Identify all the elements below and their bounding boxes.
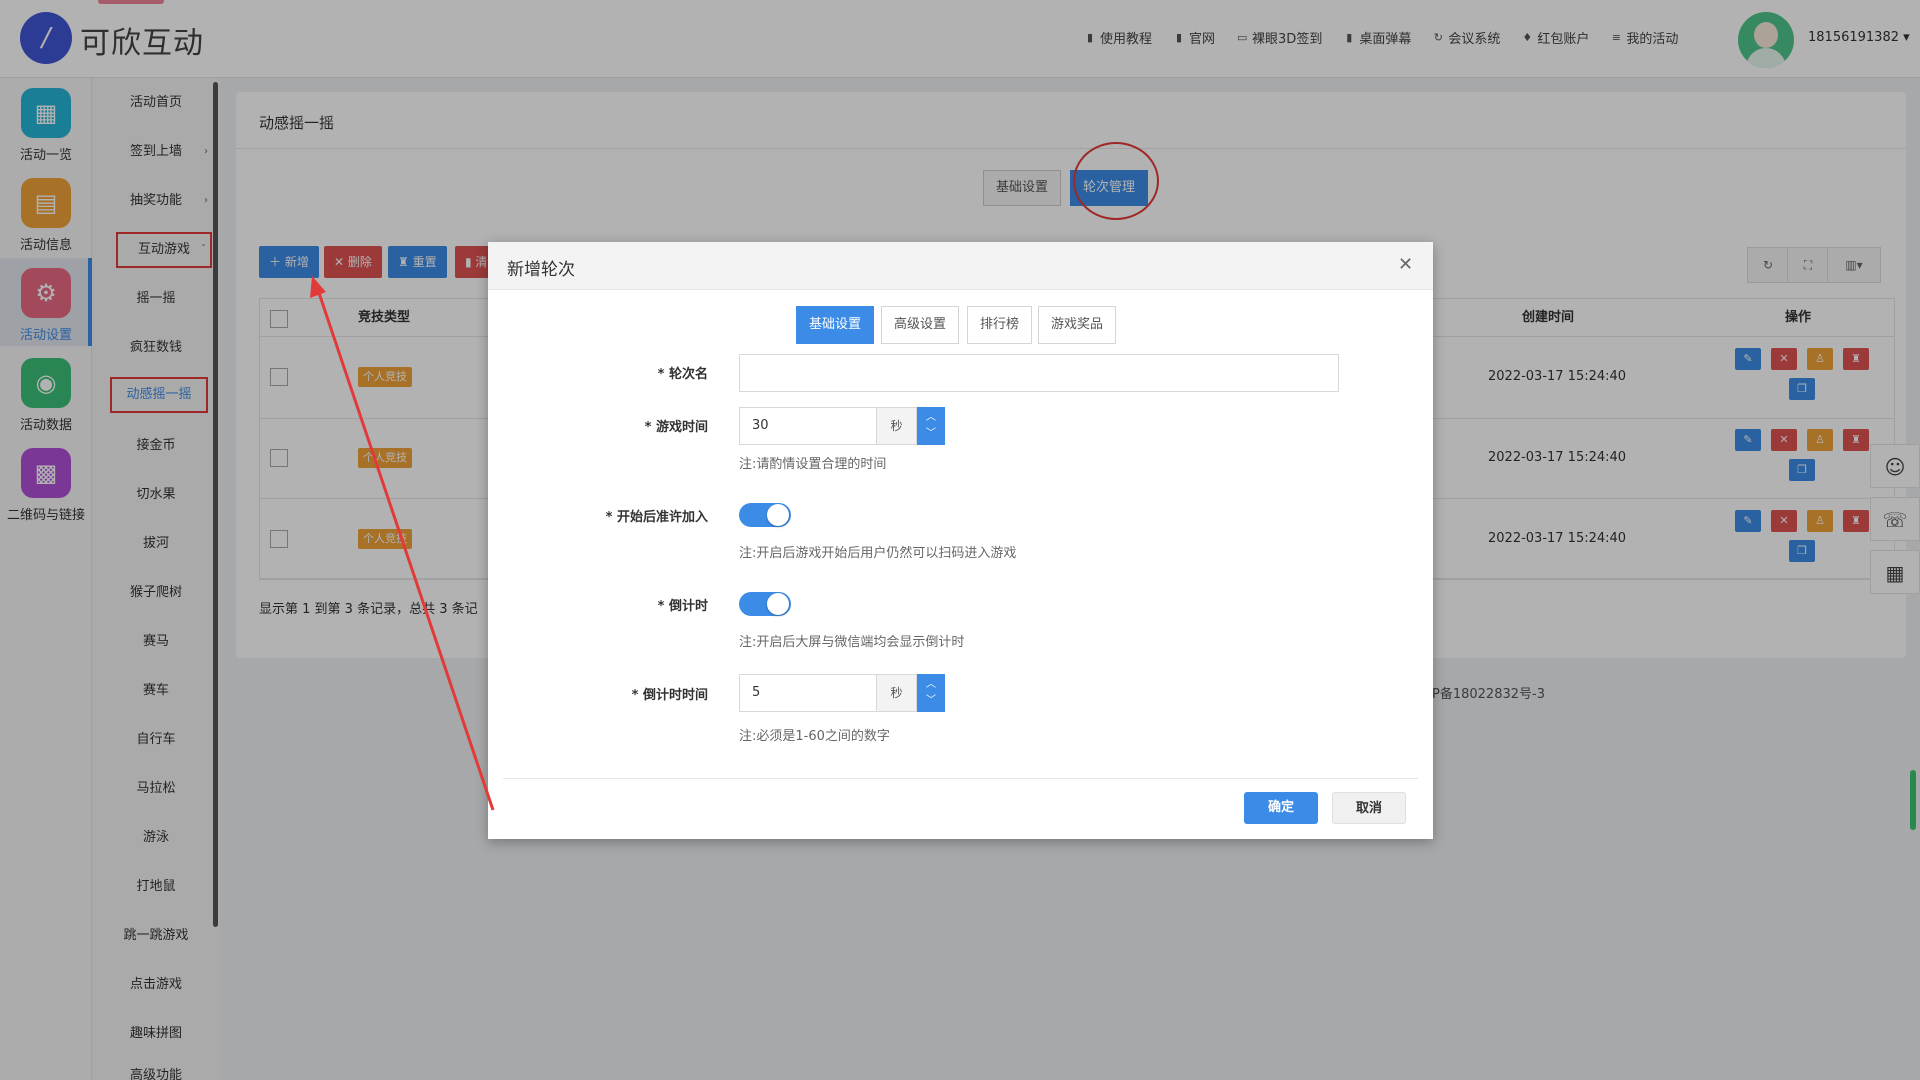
dialog-tab-advanced[interactable]: 高级设置 — [881, 306, 960, 344]
dialog-tab-prizes[interactable]: 游戏奖品 — [1038, 306, 1117, 344]
round-name-input[interactable] — [739, 354, 1339, 392]
countdown-time-input[interactable]: 5 — [739, 674, 877, 712]
toggle-knob — [767, 504, 789, 526]
dialog-title: 新增轮次 — [507, 260, 575, 280]
countdown-label: * 倒计时 — [657, 599, 708, 614]
game-time-note: 注:请酌情设置合理的时间 — [739, 457, 887, 472]
round-name-label: * 轮次名 — [657, 367, 708, 382]
allow-join-toggle[interactable] — [739, 503, 791, 527]
countdown-time-stepper[interactable]: ︿ ﹀ — [917, 674, 945, 712]
allow-join-note: 注:开启后游戏开始后用户仍然可以扫码进入游戏 — [739, 546, 1017, 561]
dialog-tab-basic[interactable]: 基础设置 — [796, 306, 875, 344]
toggle-knob — [767, 593, 789, 615]
allow-join-label: * 开始后准许加入 — [605, 510, 708, 525]
dialog-tab-ranking[interactable]: 排行榜 — [967, 306, 1033, 344]
close-icon[interactable]: ✕ — [1398, 254, 1413, 275]
game-time-input[interactable]: 30 — [739, 407, 877, 445]
confirm-button[interactable]: 确定 — [1244, 792, 1318, 824]
countdown-note: 注:开启后大屏与微信端均会显示倒计时 — [739, 635, 965, 650]
game-time-stepper[interactable]: ︿ ﹀ — [917, 407, 945, 445]
countdown-toggle[interactable] — [739, 592, 791, 616]
countdown-time-unit: 秒 — [877, 674, 917, 712]
countdown-time-label: * 倒计时时间 — [631, 688, 708, 703]
game-time-label: * 游戏时间 — [644, 420, 708, 435]
game-time-unit: 秒 — [877, 407, 917, 445]
countdown-time-note: 注:必须是1-60之间的数字 — [739, 729, 890, 744]
dialog-footer-divider — [503, 778, 1418, 779]
dialog-header — [488, 242, 1433, 290]
add-round-dialog — [488, 242, 1433, 839]
cancel-button[interactable]: 取消 — [1332, 792, 1406, 824]
